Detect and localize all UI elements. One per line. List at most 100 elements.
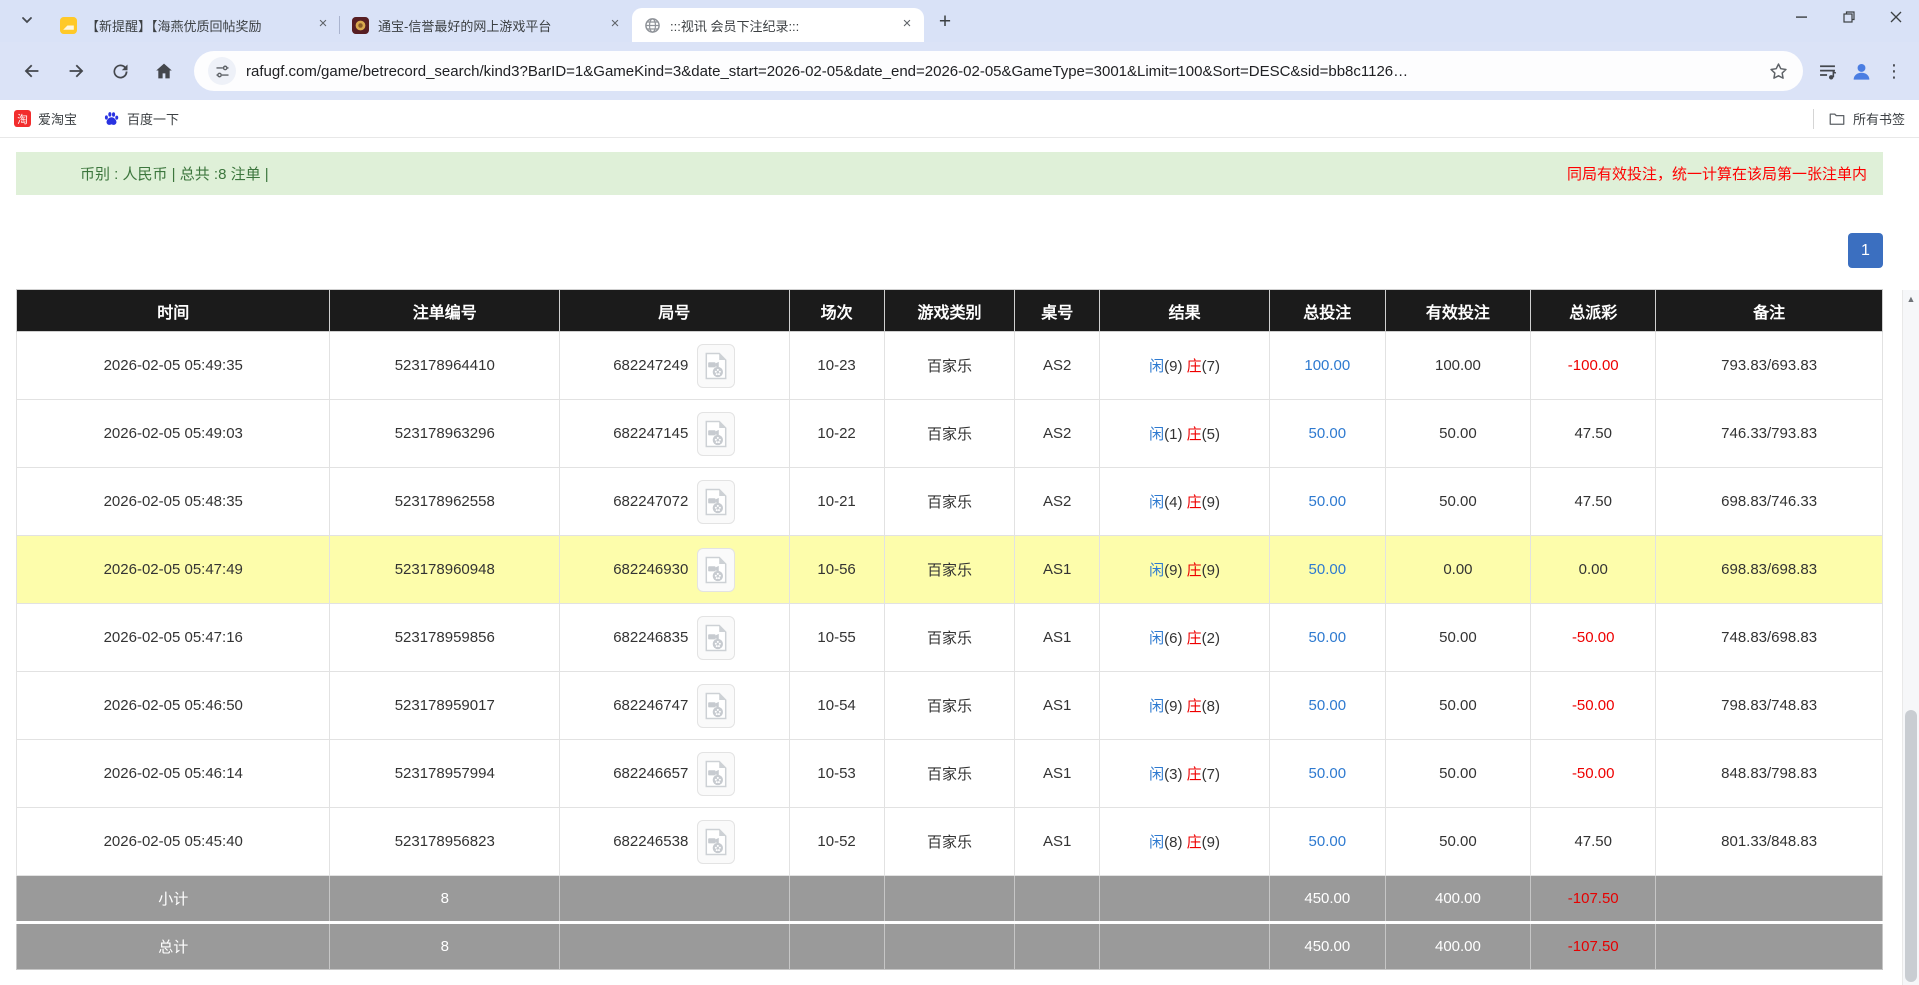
bookmark-item-1[interactable]: 淘爱淘宝	[14, 109, 77, 128]
close-button[interactable]	[1872, 0, 1919, 34]
browser-tab-2[interactable]: 通宝-信誉最好的网上游戏平台 ×	[339, 8, 632, 42]
video-file-icon	[705, 828, 727, 855]
reload-button[interactable]	[100, 51, 140, 91]
cell-session: 10-22	[788, 399, 885, 468]
video-replay-button[interactable]	[697, 751, 736, 796]
video-replay-button[interactable]	[697, 411, 736, 456]
menu-kebab-icon[interactable]: ⋮	[1885, 61, 1903, 82]
pagination: 1	[16, 233, 1883, 268]
cell-round-id: 682247072	[559, 467, 790, 536]
bookmark-star-icon[interactable]	[1768, 61, 1789, 82]
cell-round-id: 682246657	[559, 739, 790, 808]
media-controls-icon[interactable]	[1817, 61, 1838, 82]
browser-tab-1[interactable]: 【新提醒】【海燕优质回帖奖励 ×	[48, 8, 340, 42]
video-file-icon	[705, 488, 727, 515]
bookmark-list: 淘爱淘宝 百度一下	[14, 109, 205, 128]
column-header: 总投注	[1268, 289, 1386, 332]
cell-game-type: 百家乐	[883, 807, 1016, 876]
video-replay-button[interactable]	[697, 615, 736, 660]
cell-total-bet: 50.00	[1268, 535, 1386, 604]
cell-session: 10-54	[788, 671, 885, 740]
cell-valid-bet: 100.00	[1384, 331, 1532, 400]
column-header: 局号	[559, 289, 790, 332]
all-bookmarks-label: 所有书签	[1852, 112, 1905, 127]
cell-time: 2026-02-05 05:49:03	[15, 399, 331, 468]
cell-note: 746.33/793.83	[1655, 399, 1883, 468]
baidu-paw-icon	[103, 110, 120, 127]
forum-yellow-icon	[60, 16, 77, 34]
tab-title: 【新提醒】【海燕优质回帖奖励	[86, 18, 262, 34]
page-1-button[interactable]: 1	[1848, 233, 1883, 268]
address-bar[interactable]: rafugf.com/game/betrecord_search/kind3?B…	[194, 51, 1803, 91]
column-header: 有效投注	[1384, 289, 1532, 332]
tab-search-button[interactable]	[10, 4, 44, 38]
restore-button[interactable]	[1825, 0, 1872, 34]
video-replay-button[interactable]	[697, 819, 736, 864]
cell-note: 798.83/748.83	[1655, 671, 1883, 740]
video-replay-button[interactable]	[697, 343, 736, 388]
table-row: 2026-02-05 05:45:40 523178956823 682246538…	[15, 807, 1883, 876]
url-text[interactable]: rafugf.com/game/betrecord_search/kind3?B…	[246, 63, 1758, 80]
table-row: 2026-02-05 05:48:35 523178962558 682247072…	[15, 467, 1883, 536]
folder-icon	[1828, 110, 1846, 128]
cell-total-bet: 50.00	[1268, 807, 1386, 876]
minimize-button[interactable]	[1778, 0, 1825, 34]
video-replay-button[interactable]	[697, 683, 736, 728]
tab-close-icon[interactable]: ×	[314, 16, 332, 34]
cell-result: 闲(6) 庄(2)	[1099, 603, 1270, 672]
cell-game-type: 百家乐	[883, 671, 1016, 740]
bet-records-table: 时间 注单编号 局号 场次 游戏类别 桌号 结果 总投注 有效投注 总派彩 备注 2026-02-0…	[15, 289, 1883, 970]
new-tab-button[interactable]: +	[930, 7, 960, 37]
close-icon	[1890, 11, 1901, 23]
cell-time: 2026-02-05 05:47:49	[15, 535, 331, 604]
profile-avatar[interactable]	[1850, 60, 1873, 83]
cell-table-no: AS2	[1014, 467, 1101, 536]
cell-valid-bet: 0.00	[1384, 535, 1532, 604]
cell-table-no: AS1	[1014, 671, 1101, 740]
cell-table-no: AS1	[1014, 603, 1101, 672]
cell-total-bet: 50.00	[1268, 739, 1386, 808]
cell-result: 闲(9) 庄(7)	[1099, 331, 1270, 400]
site-settings-icon[interactable]	[208, 57, 236, 85]
cell-time: 2026-02-05 05:46:14	[15, 739, 331, 808]
cell-result: 闲(8) 庄(9)	[1099, 807, 1270, 876]
page-scrollbar[interactable]: ▲ ▼	[1902, 290, 1919, 985]
cell-total-bet: 50.00	[1268, 399, 1386, 468]
back-button[interactable]	[12, 51, 52, 91]
cell-result: 闲(1) 庄(5)	[1099, 399, 1270, 468]
cell-note: 793.83/693.83	[1655, 331, 1883, 400]
video-replay-button[interactable]	[697, 547, 736, 592]
bookmark-label: 百度一下	[127, 112, 180, 127]
video-file-icon	[705, 692, 727, 719]
column-header: 注单编号	[329, 289, 560, 332]
cell-payout: 0.00	[1530, 535, 1657, 604]
cell-session: 10-56	[788, 535, 885, 604]
cell-round-id: 682246538	[559, 807, 790, 876]
forward-icon	[69, 64, 84, 78]
scroll-up-arrow[interactable]: ▲	[1903, 290, 1919, 307]
cell-time: 2026-02-05 05:46:50	[15, 671, 331, 740]
column-header: 场次	[788, 289, 885, 332]
cell-result: 闲(4) 庄(9)	[1099, 467, 1270, 536]
tab-close-icon[interactable]: ×	[898, 16, 916, 34]
table-row: 2026-02-05 05:46:14 523178957994 682246657…	[15, 739, 1883, 808]
video-replay-button[interactable]	[697, 479, 736, 524]
bookmark-item-2[interactable]: 百度一下	[103, 109, 179, 128]
tab-close-icon[interactable]: ×	[606, 16, 624, 34]
browser-window: 【新提醒】【海燕优质回帖奖励 × 通宝-信誉最好的网上游戏平台 ×:::视讯 会员下注…	[0, 0, 1919, 985]
column-header: 结果	[1099, 289, 1270, 332]
footer-label: 总计	[15, 921, 331, 970]
tab-title: :::视讯 会员下注纪录:::	[670, 18, 800, 34]
footer-payout: -107.50	[1530, 921, 1657, 970]
cell-payout: 47.50	[1530, 399, 1657, 468]
footer-valid-bet: 400.00	[1384, 921, 1532, 970]
scrollbar-thumb[interactable]	[1905, 710, 1917, 982]
browser-tab-3[interactable]: :::视讯 会员下注纪录::: ×	[632, 8, 924, 42]
all-bookmarks[interactable]: 所有书签	[1812, 108, 1905, 129]
column-header: 游戏类别	[883, 289, 1016, 332]
video-file-icon	[705, 420, 727, 447]
home-button[interactable]	[144, 51, 184, 91]
cell-note: 801.33/848.83	[1655, 807, 1883, 876]
forward-button[interactable]	[56, 51, 96, 91]
column-header: 备注	[1655, 289, 1883, 332]
